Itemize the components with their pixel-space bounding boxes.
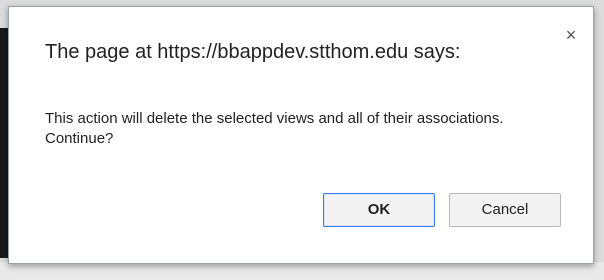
cancel-button[interactable]: Cancel — [449, 193, 561, 227]
confirm-dialog: The page at https://bbappdev.stthom.edu … — [8, 6, 594, 264]
dialog-message: This action will delete the selected vie… — [45, 110, 504, 147]
close-icon[interactable]: × — [561, 25, 581, 45]
dialog-title: The page at https://bbappdev.stthom.edu … — [45, 41, 461, 63]
background-page-edge — [0, 28, 8, 258]
ok-button[interactable]: OK — [323, 193, 435, 227]
background-page-bottom — [0, 262, 604, 280]
